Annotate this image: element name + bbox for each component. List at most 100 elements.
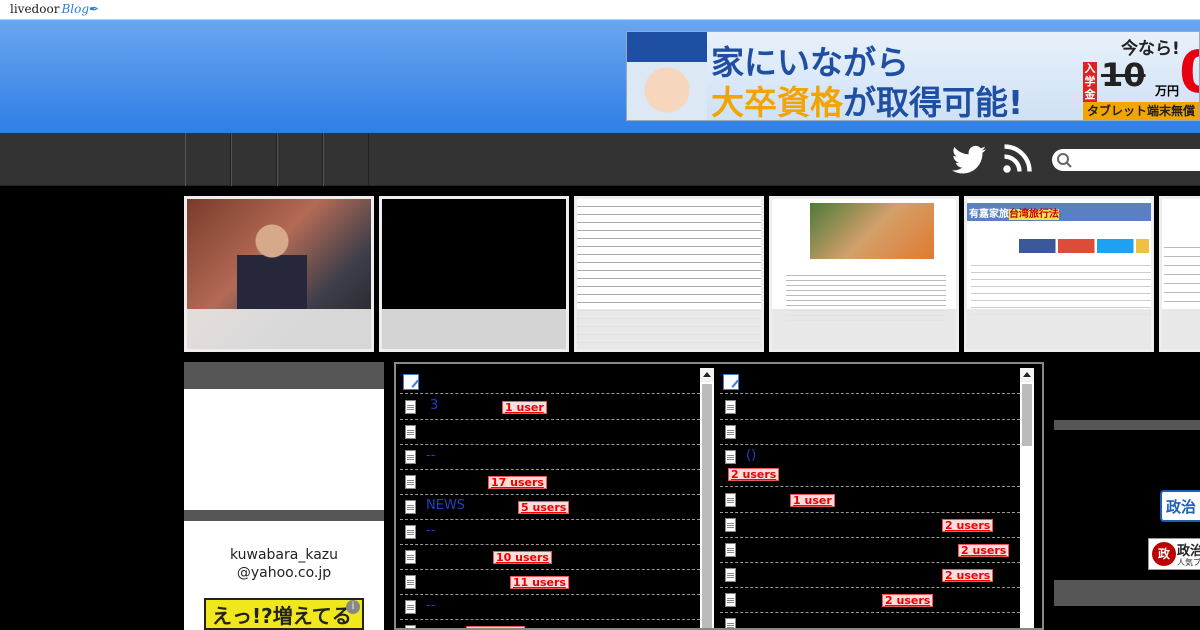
document-icon — [405, 475, 416, 489]
top-bar: livedoor Blog✒ — [0, 0, 1200, 20]
ad-banner[interactable]: 家にいながら 大卒資格が取得可能! 今なら! 入学金 10 万円 0 タブレット… — [626, 31, 1200, 121]
speaker-image — [237, 219, 307, 309]
thumbnail-5[interactable]: 有嘉家旅台湾旅行法 — [964, 196, 1154, 352]
site-title: 有嘉家旅台湾旅行法 — [969, 205, 1059, 220]
twitter-icon[interactable] — [952, 145, 986, 175]
document-icon — [725, 425, 736, 439]
document-icon — [405, 400, 416, 414]
document-icon — [405, 425, 416, 439]
sidebar: kuwabara_kazu @yahoo.co.jp えっ!?増えてる i — [184, 362, 384, 630]
bookmark-title[interactable]: -- — [426, 448, 435, 463]
site-title-b: 台湾旅行法 — [1009, 209, 1059, 220]
bookmark-row[interactable] — [400, 420, 700, 445]
scroll-up-arrow[interactable] — [700, 368, 714, 382]
bookmark-row[interactable]: 11 users — [400, 570, 700, 595]
document-icon — [725, 450, 736, 464]
bookmark-row[interactable]: 17 users — [400, 470, 700, 495]
bookmark-count-badge[interactable]: 10 users — [493, 551, 552, 564]
bookmark-row[interactable] — [720, 420, 1020, 445]
thumbnail-1[interactable] — [184, 196, 374, 352]
document-icon — [725, 618, 736, 628]
site-title-a: 有嘉家旅 — [969, 209, 1009, 220]
hatena-bookmark-icon[interactable] — [723, 374, 739, 390]
bookmark-title[interactable]: -- — [426, 598, 435, 613]
thumbnail-2[interactable] — [379, 196, 569, 352]
bookmark-count-badge[interactable]: 1 user — [502, 401, 547, 414]
bookmark-title[interactable]: -- — [426, 523, 435, 538]
document-icon — [725, 568, 736, 582]
document-icon — [405, 550, 416, 564]
article-text — [1164, 239, 1200, 319]
scroll-thumb[interactable] — [1022, 384, 1032, 446]
bookmark-title[interactable]: NEWS — [426, 498, 465, 513]
scroll-thumb[interactable] — [702, 384, 712, 628]
thumbnail-caption — [772, 309, 956, 349]
bookmark-title[interactable]: () — [746, 448, 756, 463]
bookmark-title[interactable]: 3 — [430, 398, 438, 413]
bookmark-count-badge[interactable]: 2 users — [942, 519, 994, 532]
bookmark-count-badge[interactable]: 10 users — [466, 626, 525, 628]
bookmark-count-badge[interactable]: 17 users — [488, 476, 547, 489]
document-icon — [725, 518, 736, 532]
banner-fee: 入学金 — [1083, 62, 1097, 102]
document-icon — [405, 600, 416, 614]
email-user: kuwabara_kazu — [229, 547, 339, 563]
bookmark-row[interactable]: 10 users — [400, 620, 700, 628]
bookmark-count-badge[interactable]: 11 users — [510, 576, 569, 589]
hatena-bookmark-icon[interactable] — [403, 374, 419, 390]
bookmark-count-badge[interactable]: 5 users — [518, 501, 570, 514]
nav-button-1[interactable] — [185, 133, 231, 186]
thumbnail-caption — [382, 309, 566, 349]
bookmark-row[interactable] — [720, 613, 1020, 628]
nav-button-2[interactable] — [231, 133, 277, 186]
banner-degree: 大卒資格 — [711, 83, 843, 121]
document-icon — [725, 493, 736, 507]
thumbnail-3[interactable] — [574, 196, 764, 352]
banner-tablet: タブレット端末無償 — [1083, 102, 1199, 120]
scrollbar-right[interactable] — [1020, 368, 1034, 628]
bookmark-row[interactable]: 1 user — [720, 488, 1020, 513]
right-column-divider — [1054, 580, 1200, 606]
email-domain: @yahoo.co.jp — [236, 565, 332, 581]
bookmark-row[interactable]: 2 users — [720, 588, 1020, 613]
nav-button-4[interactable] — [323, 133, 369, 186]
sidebar-ad[interactable]: えっ!?増えてる i — [204, 598, 364, 630]
contact-email: kuwabara_kazu @yahoo.co.jp — [184, 546, 384, 582]
banner-unit: 万円 — [1155, 84, 1180, 98]
sidebar-header — [184, 362, 384, 389]
bookmark-row[interactable]: 3 1 user — [400, 395, 700, 420]
bookmark-row[interactable]: -- — [400, 445, 700, 470]
document-icon — [405, 575, 416, 589]
banner-zero: 0 — [1179, 38, 1199, 106]
bookmark-row[interactable]: 2 users — [720, 538, 1020, 563]
politics-blog-ranking-badge[interactable]: 政 政治 人気ブ — [1148, 538, 1200, 570]
bookmark-count-badge[interactable]: 2 users — [942, 569, 994, 582]
bookmark-count-badge[interactable]: 1 user — [790, 494, 835, 507]
scroll-up-arrow[interactable] — [1020, 368, 1034, 382]
thumbnail-caption — [1162, 309, 1200, 349]
rss-icon[interactable] — [1002, 144, 1032, 174]
bookmark-row[interactable] — [720, 395, 1020, 420]
info-icon[interactable]: i — [346, 600, 360, 614]
bookmark-count-badge[interactable]: 2 users — [728, 468, 780, 481]
thumbnail-caption — [577, 309, 761, 349]
bookmark-row[interactable]: NEWS 5 users — [400, 495, 700, 520]
bookmark-list-right: () 2 users 1 user 2 users 2 users 2 users 2 us… — [718, 364, 1042, 628]
bookmark-row[interactable]: 2 users — [720, 563, 1020, 588]
bookmark-row[interactable]: -- — [400, 595, 700, 620]
thumbnail-4[interactable] — [769, 196, 959, 352]
nav-button-3[interactable] — [277, 133, 323, 186]
livedoor-blog-logo[interactable]: livedoor Blog✒ — [10, 2, 99, 16]
bookmark-row[interactable]: () 2 users — [720, 445, 1020, 487]
bookmark-count-badge[interactable]: 2 users — [882, 594, 934, 607]
scrollbar-left[interactable] — [700, 368, 714, 628]
thumbnail-6[interactable] — [1159, 196, 1200, 352]
thumbnail-caption — [967, 309, 1151, 349]
bookmark-row[interactable]: 2 users — [720, 513, 1020, 538]
feather-icon: ✒ — [89, 2, 100, 16]
politics-ranking-badge[interactable]: 政治 — [1160, 490, 1200, 522]
bookmark-row[interactable]: 10 users — [400, 545, 700, 570]
bookmark-row[interactable]: -- — [400, 520, 700, 545]
bookmark-count-badge[interactable]: 2 users — [958, 544, 1010, 557]
search-input[interactable] — [1052, 149, 1200, 171]
